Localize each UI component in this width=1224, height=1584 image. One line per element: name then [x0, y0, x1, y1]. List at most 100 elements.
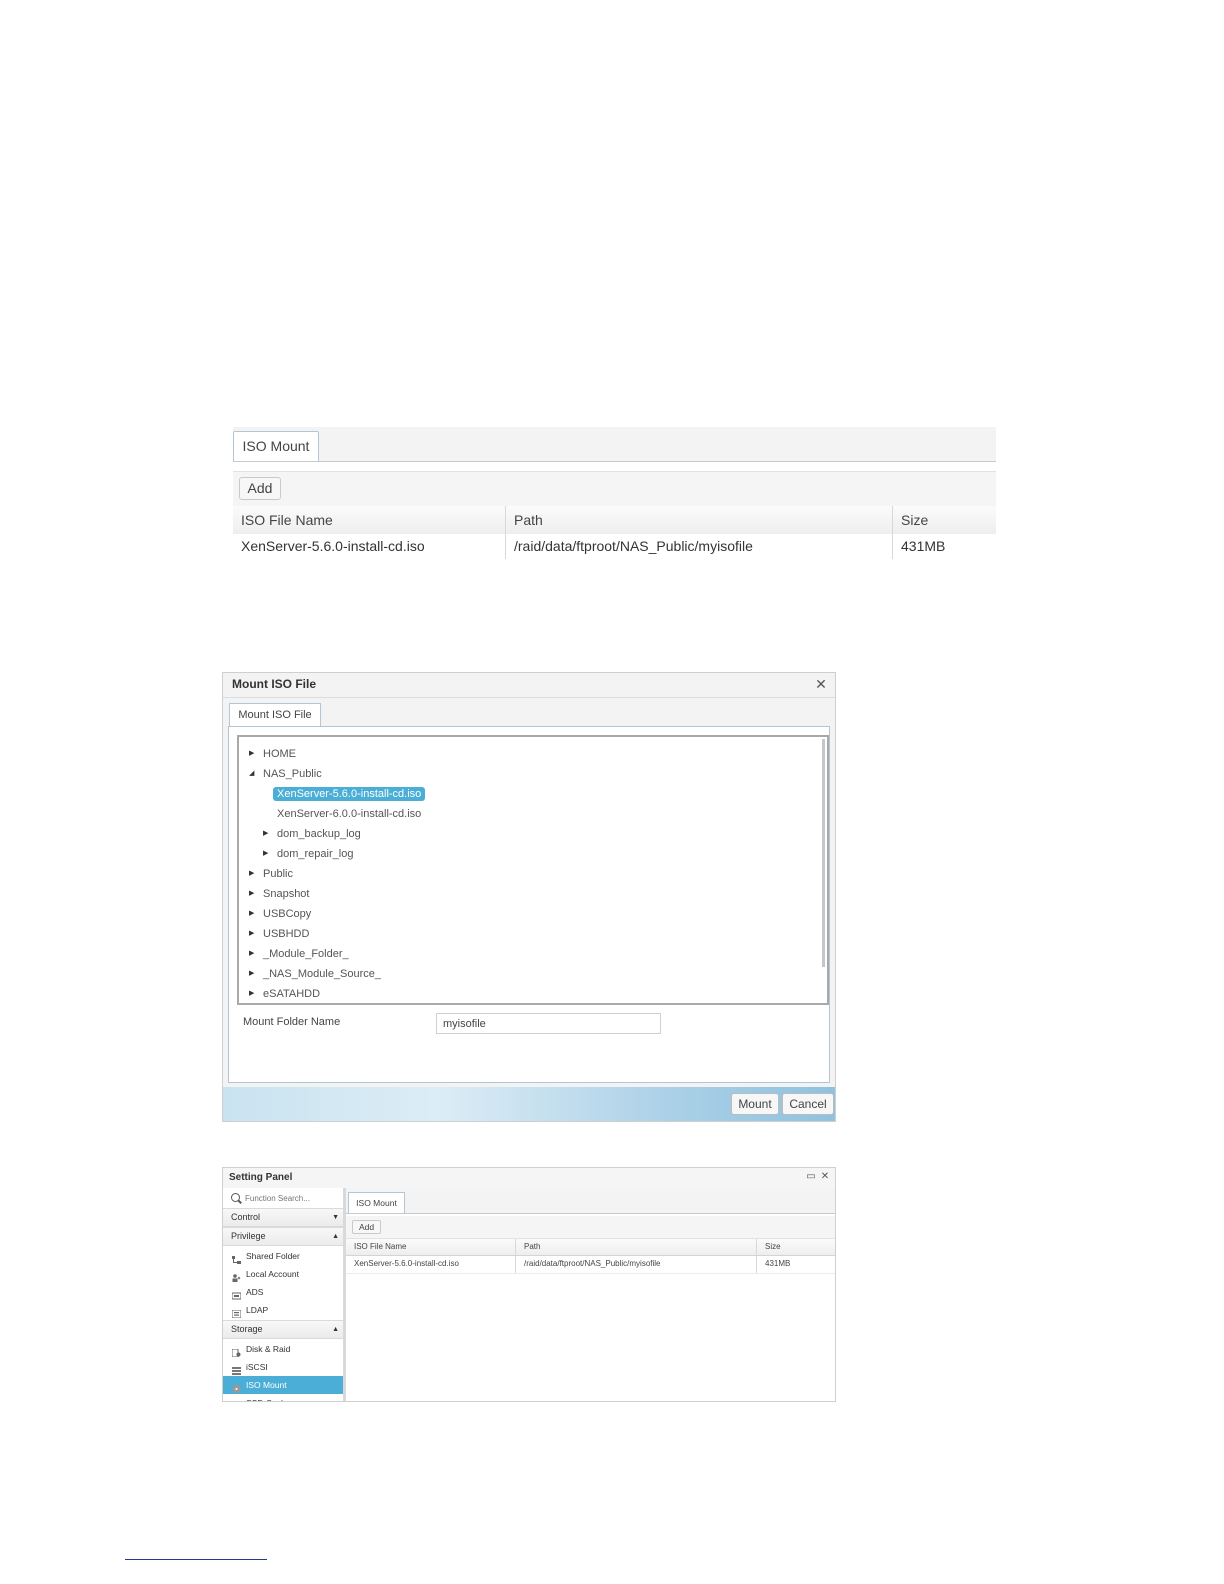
mount-folder-name-input[interactable] — [436, 1013, 661, 1034]
sidebar-item[interactable]: Shared Folder — [223, 1247, 343, 1265]
caret-right-icon[interactable]: ▶ — [249, 945, 263, 963]
caret-right-icon[interactable]: ▶ — [249, 965, 263, 983]
local-account-icon — [232, 1270, 241, 1282]
caret-right-icon[interactable]: ▶ — [249, 985, 263, 1003]
sidebar-item-label: ADS — [246, 1287, 264, 1297]
column-header-size[interactable]: Size — [893, 506, 996, 534]
tab-iso-mount[interactable]: ISO Mount — [233, 431, 319, 461]
sidebar-group[interactable]: Control ▼ — [223, 1208, 343, 1227]
column-header-iso-file-name[interactable]: ISO File Name — [233, 506, 506, 534]
sidebar-item-label: Shared Folder — [246, 1251, 300, 1261]
maximize-icon[interactable]: ▭ — [805, 1171, 817, 1183]
table-header: ISO File Name Path Size — [233, 506, 996, 535]
sidebar-item-label: SSD Cache — [246, 1394, 290, 1401]
cell-iso-file-name: XenServer-5.6.0-install-cd.iso — [346, 1256, 516, 1273]
tree-node-label: Public — [263, 868, 293, 880]
caret-right-icon[interactable]: ▶ — [249, 905, 263, 923]
tree-node[interactable]: ◢ NAS_Public — [249, 765, 322, 783]
cancel-button[interactable]: Cancel — [782, 1093, 834, 1115]
tab-strip: ISO Mount — [346, 1188, 835, 1214]
tree-node-label: dom_repair_log — [277, 848, 354, 860]
tree-node[interactable]: ▶ USBHDD — [249, 925, 309, 943]
tab-iso-mount[interactable]: ISO Mount — [348, 1192, 405, 1213]
tree-node[interactable]: ▶ USBCopy — [249, 905, 311, 923]
table-row[interactable]: XenServer-5.6.0-install-cd.iso /raid/dat… — [233, 534, 996, 559]
cell-iso-file-name: XenServer-5.6.0-install-cd.iso — [233, 534, 506, 559]
tree-node[interactable]: ▶ dom_repair_log — [263, 845, 353, 863]
sidebar-group[interactable]: Privilege ▲ — [223, 1227, 343, 1246]
sidebar-group[interactable]: Storage ▲ — [223, 1320, 343, 1339]
tree-node[interactable]: XenServer-5.6.0-install-cd.iso — [263, 785, 426, 803]
sidebar-item[interactable]: SSD Cache — [223, 1394, 343, 1401]
tree-node-label: XenServer-6.0.0-install-cd.iso — [277, 808, 422, 820]
function-search — [223, 1188, 343, 1208]
tree-node[interactable]: ▶ Public — [249, 865, 293, 883]
toolbar: Add — [346, 1216, 835, 1239]
add-button[interactable]: Add — [239, 477, 281, 500]
sidebar-group-caret-icon[interactable]: ▲ — [332, 1228, 339, 1245]
sidebar-item[interactable]: ADS — [223, 1283, 343, 1301]
tree-node-label: Snapshot — [263, 888, 310, 900]
mount-button[interactable]: Mount — [731, 1093, 779, 1115]
sidebar-item-label: ISO Mount — [246, 1380, 287, 1390]
caret-right-icon[interactable]: ▶ — [249, 885, 263, 903]
tree-node-label: USBHDD — [263, 928, 310, 940]
mount-folder-name-label: Mount Folder Name — [243, 1016, 341, 1028]
add-button[interactable]: Add — [352, 1220, 381, 1234]
column-header-path[interactable]: Path — [516, 1239, 757, 1255]
sidebar-item[interactable]: Disk & Raid — [223, 1340, 343, 1358]
tree-node[interactable]: XenServer-6.0.0-install-cd.iso — [263, 805, 421, 823]
sidebar: Control ▼ Privilege ▲ Shared Folder Local Acc… — [223, 1188, 346, 1401]
iso-mount-icon — [232, 1381, 241, 1393]
caret-right-icon[interactable]: ▶ — [249, 865, 263, 883]
table-row[interactable]: XenServer-5.6.0-install-cd.iso /raid/dat… — [346, 1256, 835, 1274]
tree-node-label: XenServer-5.6.0-install-cd.iso — [273, 787, 426, 801]
tree-scrollbar[interactable] — [822, 739, 825, 967]
dialog-footer: Mount Cancel — [223, 1087, 835, 1121]
caret-down-icon[interactable]: ◢ — [249, 765, 263, 783]
tree-node-label: NAS_Public — [263, 768, 322, 780]
ads-icon — [231, 1288, 242, 1300]
tree-node[interactable]: ▶ _Module_Folder_ — [249, 945, 349, 963]
dialog-titlebar: Mount ISO File ✕ — [223, 673, 835, 698]
tree-node[interactable]: ▶ _NAS_Module_Source_ — [249, 965, 381, 983]
folder-tree[interactable]: ▶ HOME ◢ NAS_Public XenServer-5.6.0-install-… — [237, 735, 829, 1005]
sidebar-item[interactable]: Local Account — [223, 1265, 343, 1283]
shared-folder-icon — [232, 1252, 241, 1264]
sidebar-item[interactable]: ISO Mount — [223, 1376, 343, 1394]
function-search-input[interactable] — [245, 1191, 339, 1205]
tree-node[interactable]: ▶ dom_backup_log — [263, 825, 361, 843]
caret-right-icon[interactable]: ▶ — [249, 745, 263, 763]
setting-panel-window: Setting Panel ▭ ✕ Control ▼ Privilege ▲ Shar… — [222, 1167, 836, 1402]
tab-mount-iso-file[interactable]: Mount ISO File — [229, 703, 321, 727]
sidebar-item[interactable]: iSCSI — [223, 1358, 343, 1376]
close-icon[interactable]: ✕ — [813, 675, 829, 693]
tree-node[interactable]: ▶ HOME — [249, 745, 296, 763]
tree-node-label: _NAS_Module_Source_ — [263, 968, 382, 980]
toolbar: Add — [233, 471, 996, 507]
column-header-size[interactable]: Size — [757, 1239, 835, 1255]
main-content: ISO Mount Add ISO File Name Path Size Xe… — [346, 1188, 835, 1401]
ldap-icon — [231, 1306, 242, 1319]
tree-node-label: eSATAHDD — [263, 988, 321, 1000]
cell-size: 431MB — [765, 1259, 791, 1268]
caret-right-icon[interactable]: ▶ — [263, 825, 277, 843]
sidebar-group-caret-icon[interactable]: ▼ — [332, 1209, 339, 1226]
tree-node-label: HOME — [263, 748, 296, 760]
column-header-iso-file-name[interactable]: ISO File Name — [346, 1239, 516, 1255]
column-header-path[interactable]: Path — [506, 506, 893, 534]
tree-node-label: dom_backup_log — [277, 828, 361, 840]
sidebar-item-label: iSCSI — [246, 1362, 268, 1372]
tree-node-label: _Module_Folder_ — [263, 948, 349, 960]
tree-node[interactable]: ▶ Snapshot — [249, 885, 309, 903]
cell-path: /raid/data/ftproot/NAS_Public/myisofile — [516, 1256, 757, 1273]
caret-right-icon[interactable]: ▶ — [263, 845, 277, 863]
dialog-title: Mount ISO File — [232, 677, 316, 691]
tree-node[interactable]: ▶ eSATAHDD — [249, 985, 320, 1003]
close-icon[interactable]: ✕ — [819, 1171, 831, 1183]
sidebar-group-caret-icon[interactable]: ▲ — [332, 1321, 339, 1338]
sidebar-group-label: Storage — [231, 1324, 263, 1334]
sidebar-item[interactable]: LDAP — [223, 1301, 343, 1319]
caret-right-icon[interactable]: ▶ — [249, 925, 263, 943]
sidebar-item-label: LDAP — [246, 1305, 269, 1315]
